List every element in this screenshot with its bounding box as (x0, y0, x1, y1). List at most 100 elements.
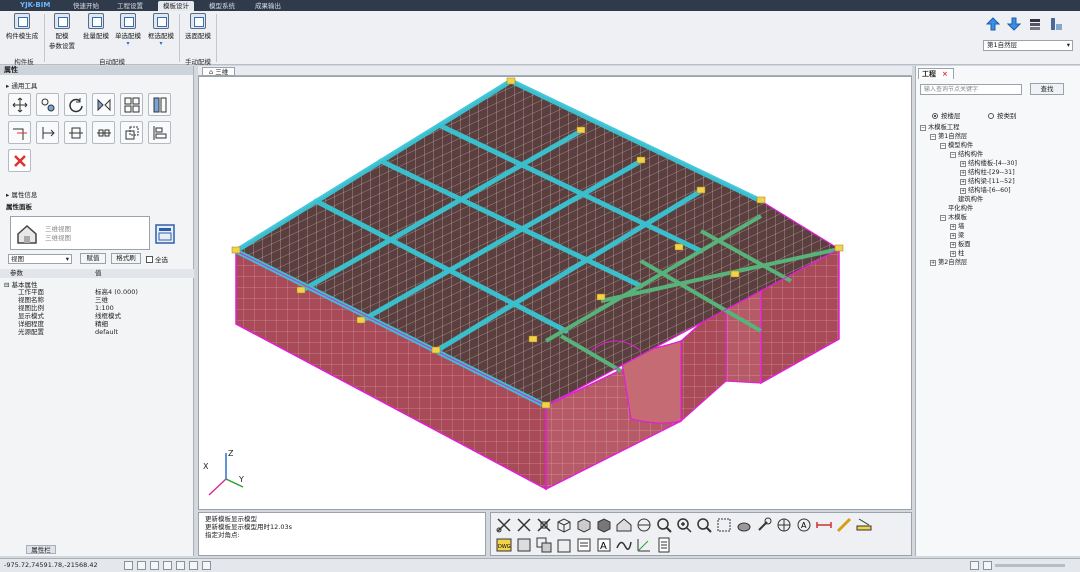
grid-snap-icon[interactable] (137, 561, 146, 570)
tree-node[interactable]: + 板面 (950, 241, 971, 249)
text-annotation-icon[interactable]: A (595, 536, 613, 554)
tree-node[interactable]: 平化构件 (948, 205, 973, 213)
tab-project-settings[interactable]: 工程设置 (112, 1, 148, 11)
tree-node[interactable]: + 结构楼板-[4--30] (960, 160, 1017, 168)
tree-node[interactable]: + 结构梁-[11--52] (960, 178, 1015, 186)
batch-formwork-button[interactable]: 批量配模 (80, 13, 112, 40)
param-row[interactable]: 视图比例 1:100 (0, 304, 194, 312)
paste-view-icon[interactable] (555, 536, 573, 554)
tree-node[interactable]: − 模型构件 (940, 142, 973, 150)
layer-up-icon[interactable] (986, 17, 1000, 31)
box-formwork-button[interactable]: 框选配模 ▾ (146, 13, 176, 47)
tree-node[interactable]: + 结构墙-[6--60] (960, 187, 1011, 195)
cube-front-icon[interactable] (575, 516, 593, 534)
dwg-export-icon[interactable]: DWG (495, 536, 513, 554)
curve-icon[interactable] (615, 536, 633, 554)
polar-icon[interactable] (163, 561, 172, 570)
format-painter-button[interactable]: 格式刷 (111, 253, 141, 264)
rotate-tool[interactable] (64, 93, 87, 116)
properties-bottom-tab[interactable]: 属性栏 (26, 545, 56, 554)
tree-node[interactable]: + 柱 (950, 250, 964, 258)
delete-tool[interactable] (8, 149, 31, 172)
fullscreen-icon[interactable] (983, 561, 992, 570)
osnap-icon[interactable] (176, 561, 185, 570)
formwork-params-button[interactable]: 配模 参数设置 (47, 13, 77, 50)
param-row[interactable]: 详细程度 精细 (0, 320, 194, 328)
report-icon[interactable] (655, 536, 673, 554)
single-formwork-button[interactable]: 单选配模 ▾ (113, 13, 143, 47)
tab-formwork-design[interactable]: 模板设计 (158, 1, 194, 11)
cut-icon[interactable] (495, 516, 513, 534)
zoom-slider[interactable] (995, 564, 1065, 567)
all-layers-icon[interactable] (1028, 17, 1042, 31)
tree-node[interactable]: − 结构构件 (950, 151, 983, 159)
note-icon[interactable] (575, 536, 593, 554)
section-common-tools[interactable]: ▸ 通用工具 (0, 78, 43, 92)
radio-by-layer[interactable]: 按楼层 (932, 110, 961, 120)
param-row[interactable]: 工作平面 标高4 (0.000) (0, 288, 194, 296)
pan-icon[interactable] (715, 516, 733, 534)
tree-search-input[interactable]: 输入查询节点关键字 (920, 84, 1022, 95)
house-view-icon[interactable] (615, 516, 633, 534)
extend-tool[interactable] (36, 121, 59, 144)
tree-node[interactable]: − 第1自然层 (930, 133, 967, 141)
wrench-icon[interactable] (755, 516, 773, 534)
array-tool[interactable] (120, 93, 143, 116)
apply-button[interactable]: 赋值 (80, 253, 106, 264)
text-size-icon[interactable]: A (795, 516, 813, 534)
ruler-icon[interactable] (855, 516, 873, 534)
param-row[interactable]: 显示模式 线框模式 (0, 312, 194, 320)
3d-viewport[interactable]: Z X Y (198, 76, 912, 510)
radio-by-type[interactable]: 按类别 (988, 110, 1017, 120)
generate-formwork-button[interactable]: 构件模生成 (4, 13, 40, 40)
select-all-checkbox[interactable]: 全选 (146, 254, 168, 264)
lineweight-icon[interactable] (202, 561, 211, 570)
cube-solid-icon[interactable] (595, 516, 613, 534)
tab-3d-view[interactable]: ⌂ 三维 (202, 67, 236, 76)
align-tool[interactable] (64, 121, 87, 144)
otrack-icon[interactable] (189, 561, 198, 570)
tab-quick-start[interactable]: 快速开始 (68, 1, 104, 11)
ortho-icon[interactable] (150, 561, 159, 570)
split-tool[interactable] (148, 93, 171, 116)
compass-icon[interactable] (775, 516, 793, 534)
offset-tool[interactable] (92, 121, 115, 144)
zoom-extents-icon[interactable] (655, 516, 673, 534)
layer-down-icon[interactable] (1007, 17, 1021, 31)
search-button[interactable]: 查找 (1030, 83, 1064, 95)
copy-tool[interactable] (36, 93, 59, 116)
teapot-icon[interactable] (735, 516, 753, 534)
mirror-tool[interactable] (92, 93, 115, 116)
tree-node[interactable]: + 结构柱-[29--31] (960, 169, 1015, 177)
measure-icon[interactable] (835, 516, 853, 534)
zoom-window-icon[interactable] (695, 516, 713, 534)
trim-tool[interactable] (8, 121, 31, 144)
view-type-select[interactable]: 视图 ▾ (8, 254, 72, 264)
tree-node[interactable]: + 墙 (950, 223, 964, 231)
tree-node[interactable]: + 第2自然层 (930, 259, 967, 267)
tree-node[interactable]: 建筑构件 (958, 196, 983, 204)
zoom-in-icon[interactable] (675, 516, 693, 534)
tab-model-system[interactable]: 模型系统 (204, 1, 240, 11)
dimension-icon[interactable] (815, 516, 833, 534)
distribute-tool[interactable] (148, 121, 171, 144)
snap-icon[interactable] (124, 561, 133, 570)
close-icon[interactable]: × (942, 70, 948, 78)
layer-select[interactable]: 第1自然层 (983, 40, 1073, 51)
layer-split-icon[interactable] (1049, 17, 1063, 31)
tab-output[interactable]: 成果输出 (250, 1, 286, 11)
scissors-icon[interactable] (515, 516, 533, 534)
orbit-icon[interactable] (635, 516, 653, 534)
layer-panel-icon[interactable] (515, 536, 533, 554)
tab-project[interactable]: 工程 × (918, 68, 954, 79)
param-row[interactable]: 视图名称 三维 (0, 296, 194, 304)
param-row[interactable]: 光源配置 default (0, 328, 194, 336)
copy-view-icon[interactable] (535, 536, 553, 554)
face-formwork-button[interactable]: 选面配模 (182, 13, 214, 40)
tree-node[interactable]: − 木模板 (940, 214, 967, 222)
tree-node[interactable]: + 梁 (950, 232, 964, 240)
cube-wire-icon[interactable] (555, 516, 573, 534)
command-console[interactable]: 更新模板显示模型 更新模板显示模型用时12.03s 指定对角点: (198, 512, 486, 556)
view-settings-icon[interactable] (155, 224, 175, 244)
box-cut-icon[interactable] (535, 516, 553, 534)
